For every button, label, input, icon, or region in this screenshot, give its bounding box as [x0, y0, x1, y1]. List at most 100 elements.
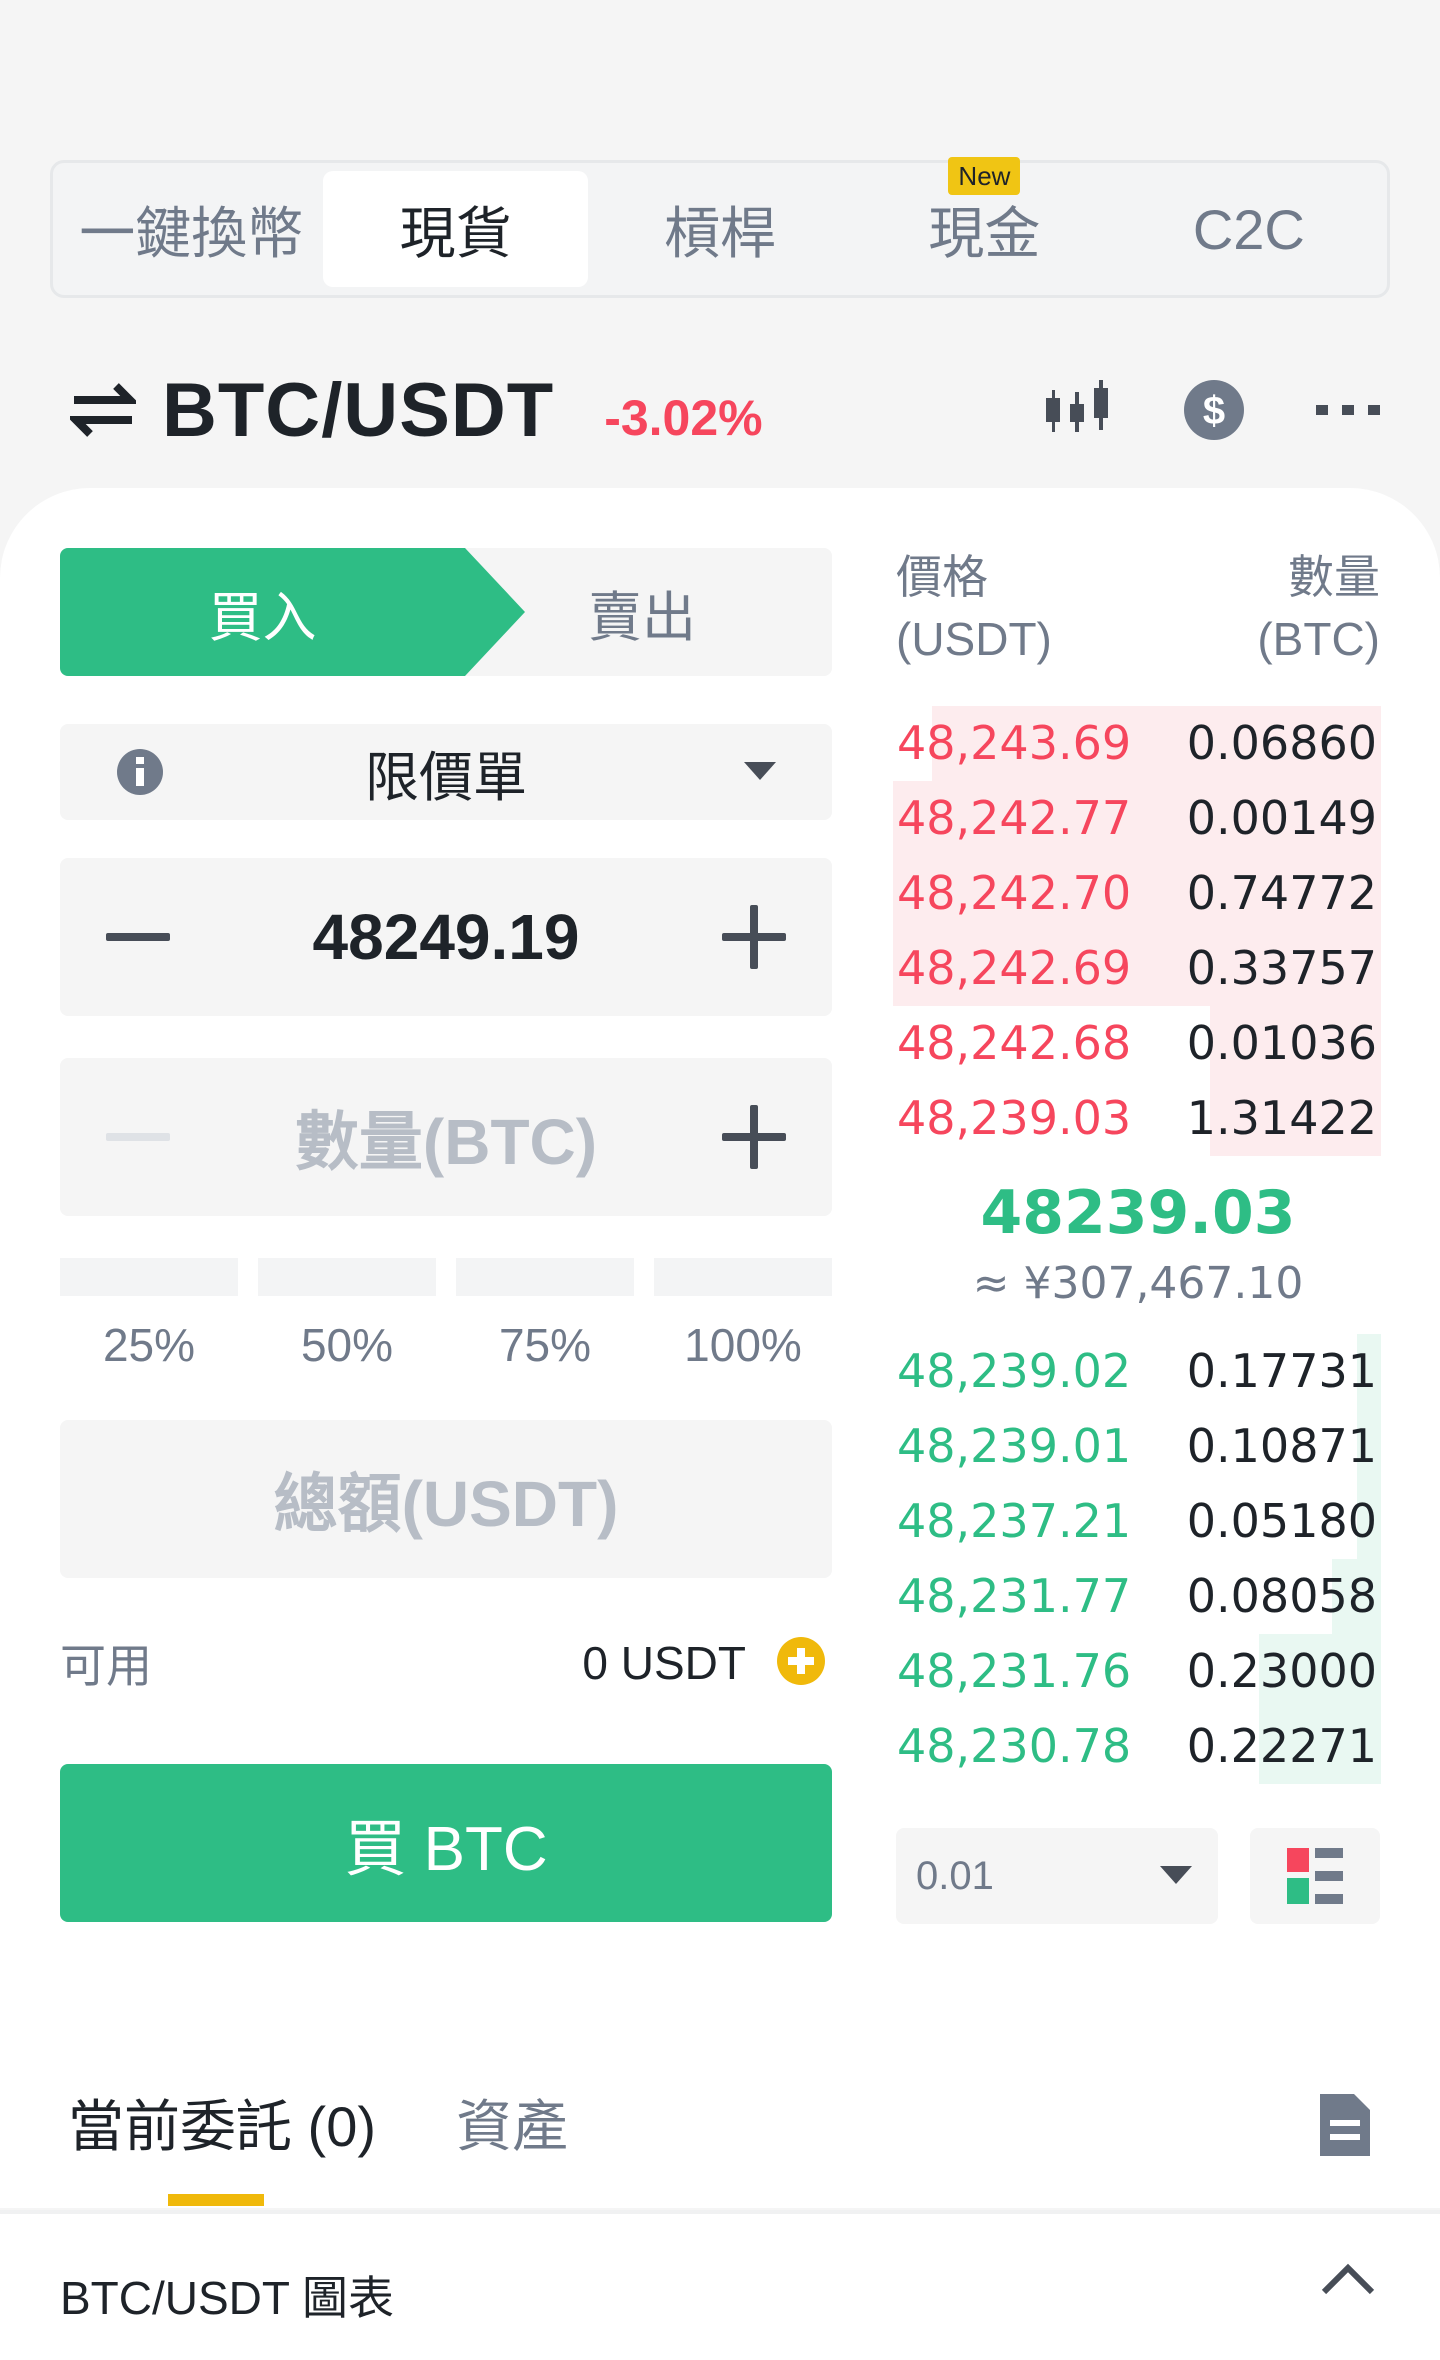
orders-tabs: 當前委託 (0) 資產	[68, 2082, 568, 2182]
tab-label: C2C	[1192, 197, 1305, 261]
pct-bar	[654, 1258, 832, 1296]
bid-qty: 0.08058	[1186, 1569, 1377, 1623]
buy-sell-toggle: 買入 賣出	[60, 548, 832, 676]
dollar-icon[interactable]: $	[1182, 378, 1246, 442]
ask-qty: 0.01036	[1186, 1016, 1377, 1070]
tab-label: 現金	[928, 201, 1041, 265]
chevron-down-icon	[744, 762, 776, 780]
plus-icon[interactable]	[722, 905, 786, 969]
bid-price: 48,239.02	[897, 1344, 1132, 1398]
spot-trade-screen: 一鍵換幣 現貨 槓桿 New 現金 C2C BTC/USDT -3.02% $	[0, 0, 1440, 2360]
bid-row[interactable]: 48,231.77 0.08058	[893, 1559, 1381, 1634]
qty-header: 數量	[1288, 551, 1380, 603]
bid-qty: 0.23000	[1186, 1644, 1377, 1698]
tab-assets[interactable]: 資產	[456, 2082, 568, 2182]
tab-convert[interactable]: 一鍵換幣	[59, 171, 323, 287]
available-value: 0 USDT	[582, 1637, 746, 1689]
total-input[interactable]: 總額(USDT)	[60, 1420, 832, 1578]
pct-50[interactable]: 50%	[258, 1258, 436, 1372]
tab-label: 槓桿	[664, 201, 777, 265]
order-type-select[interactable]: 限價單	[60, 724, 832, 820]
price-stepper[interactable]: 48249.19	[60, 858, 832, 1016]
ask-price: 48,242.70	[897, 866, 1132, 920]
swap-icon[interactable]	[70, 380, 136, 440]
new-badge: New	[948, 157, 1021, 195]
price-input[interactable]: 48249.19	[313, 900, 580, 974]
bid-row[interactable]: 48,230.78 0.22271	[893, 1709, 1381, 1784]
svg-text:$: $	[1203, 389, 1225, 433]
chevron-down-icon	[1160, 1866, 1192, 1884]
bid-row[interactable]: 48,237.21 0.05180	[893, 1484, 1381, 1559]
price-header: 價格	[896, 551, 988, 603]
precision-select[interactable]: 0.01	[896, 1828, 1218, 1924]
bid-price: 48,237.21	[897, 1494, 1132, 1548]
bid-qty: 0.22271	[1186, 1719, 1377, 1773]
add-funds-icon[interactable]	[776, 1636, 826, 1686]
chart-toggle-bar[interactable]: BTC/USDT 圖表	[0, 2214, 1440, 2360]
pct-100[interactable]: 100%	[654, 1258, 832, 1372]
ask-row[interactable]: 48,242.77 0.00149	[893, 781, 1381, 856]
bid-row[interactable]: 48,239.02 0.17731	[893, 1334, 1381, 1409]
available-balance: 可用 0 USDT	[60, 1628, 832, 1698]
ask-price: 48,243.69	[897, 716, 1132, 770]
info-icon[interactable]	[116, 748, 164, 796]
pct-label: 50%	[300, 1319, 394, 1371]
document-icon[interactable]	[1320, 2094, 1370, 2156]
orderbook-layout-button[interactable]	[1250, 1828, 1380, 1924]
tab-cash[interactable]: New 現金	[852, 157, 1116, 287]
pct-label: 100%	[684, 1319, 802, 1371]
order-type-label: 限價單	[365, 747, 527, 808]
ask-qty: 0.00149	[1186, 791, 1377, 845]
pct-75[interactable]: 75%	[456, 1258, 634, 1372]
pct-bar	[60, 1258, 238, 1296]
buy-tab[interactable]: 買入	[60, 548, 465, 676]
available-label: 可用	[60, 1640, 152, 1692]
ask-qty: 0.06860	[1186, 716, 1377, 770]
bid-qty: 0.17731	[1186, 1344, 1377, 1398]
chevron-up-icon[interactable]	[1320, 2260, 1376, 2296]
ask-price: 48,242.69	[897, 941, 1132, 995]
tab-open-orders[interactable]: 當前委託 (0)	[68, 2082, 376, 2182]
price-unit: (USDT)	[896, 613, 1052, 665]
tab-spot[interactable]: 現貨	[323, 171, 588, 287]
pct-25[interactable]: 25%	[60, 1258, 238, 1372]
chart-label: BTC/USDT 圖表	[60, 2272, 394, 2324]
sell-tab[interactable]: 賣出	[452, 548, 832, 676]
orderbook-header: 價格 (USDT) 數量 (BTC)	[896, 546, 1380, 676]
tab-margin[interactable]: 槓桿	[588, 171, 852, 287]
trade-mode-tabs: 一鍵換幣 現貨 槓桿 New 現金 C2C	[50, 157, 1390, 298]
pair-title[interactable]: BTC/USDT	[162, 367, 554, 454]
bid-price: 48,239.01	[897, 1419, 1132, 1473]
minus-icon[interactable]	[106, 933, 170, 941]
candlestick-icon[interactable]	[1042, 378, 1112, 442]
tab-c2c[interactable]: C2C	[1117, 171, 1381, 287]
bid-price: 48,231.77	[897, 1569, 1132, 1623]
bid-row[interactable]: 48,231.76 0.23000	[893, 1634, 1381, 1709]
ask-row[interactable]: 48,242.68 0.01036	[893, 1006, 1381, 1081]
amount-input[interactable]: 數量(BTC)	[295, 1091, 597, 1183]
bid-price: 48,230.78	[897, 1719, 1132, 1773]
ask-row[interactable]: 48,243.69 0.06860	[893, 706, 1381, 781]
pct-label: 25%	[102, 1319, 196, 1371]
percentage-slider: 25% 50% 75% 100%	[60, 1258, 832, 1372]
bid-price: 48,231.76	[897, 1644, 1132, 1698]
minus-icon[interactable]	[106, 1133, 170, 1141]
layout-icon	[1287, 1848, 1343, 1904]
trade-panel: 買入 賣出 限價單 48249.19 數量(BTC) 25% 50% 75% 1…	[0, 488, 1440, 2208]
price-change: -3.02%	[604, 390, 763, 446]
pct-bar	[258, 1258, 436, 1296]
plus-icon[interactable]	[722, 1105, 786, 1169]
bid-row[interactable]: 48,239.01 0.10871	[893, 1409, 1381, 1484]
header-actions: $	[1042, 360, 1380, 460]
ask-row[interactable]: 48,242.70 0.74772	[893, 856, 1381, 931]
ask-row[interactable]: 48,242.69 0.33757	[893, 931, 1381, 1006]
fiat-price: ≈ ¥307,467.10	[972, 1258, 1304, 1309]
active-tab-indicator	[168, 2194, 264, 2206]
ask-row[interactable]: 48,239.03 1.31422	[893, 1081, 1381, 1156]
buy-btc-button[interactable]: 買 BTC	[60, 1764, 832, 1922]
more-icon[interactable]	[1316, 378, 1380, 442]
ask-price: 48,239.03	[897, 1091, 1132, 1145]
amount-stepper[interactable]: 數量(BTC)	[60, 1058, 832, 1216]
bid-qty: 0.05180	[1186, 1494, 1377, 1548]
ask-qty: 1.31422	[1186, 1091, 1377, 1145]
